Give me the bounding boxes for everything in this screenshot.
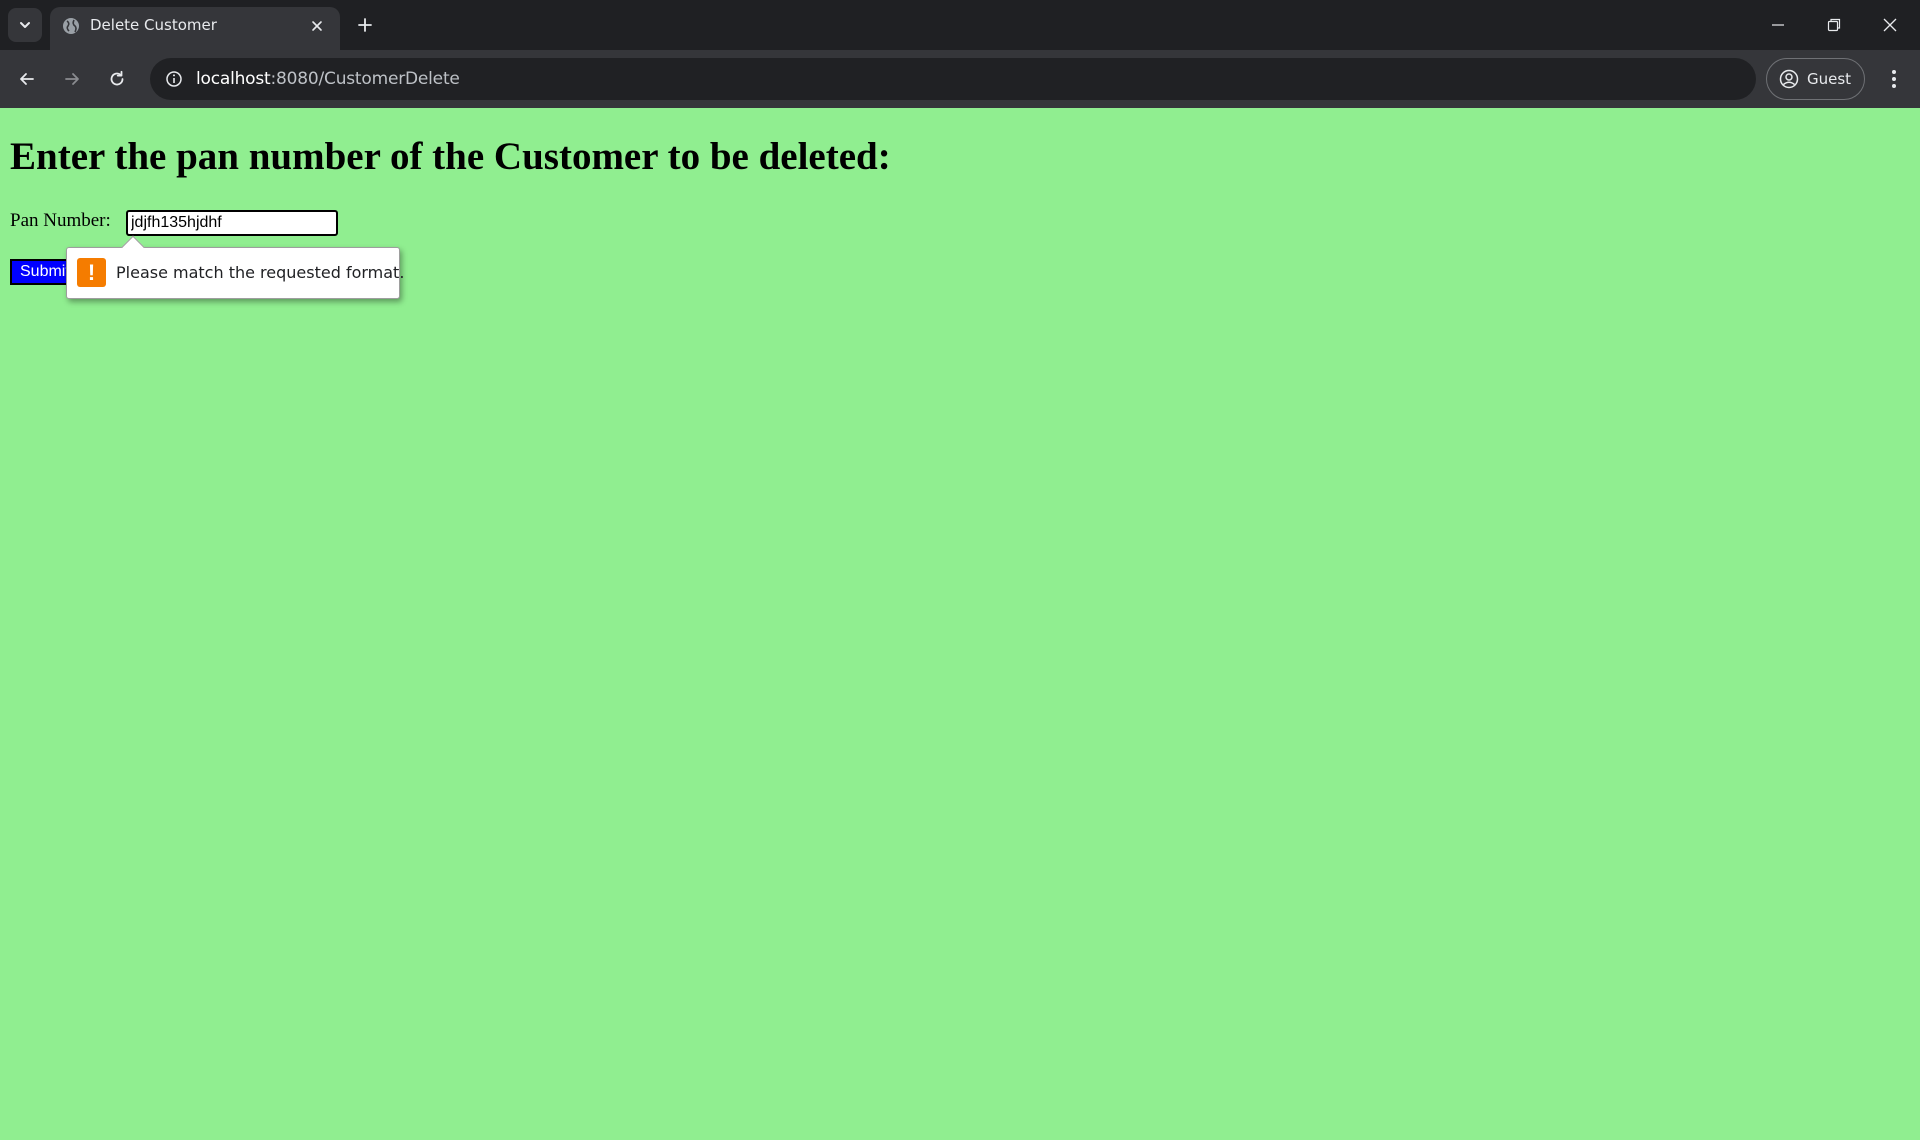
restore-button[interactable]: [1806, 0, 1862, 50]
minimize-icon: [1772, 24, 1784, 26]
address-bar[interactable]: localhost:8080/CustomerDelete: [150, 58, 1756, 100]
url-text[interactable]: localhost:8080/CustomerDelete: [196, 69, 460, 89]
globe-icon: [63, 18, 79, 34]
reload-icon: [110, 70, 124, 86]
chevron-down-icon: [20, 22, 30, 28]
page-content: Enter the pan number of the Customer to …: [0, 108, 1920, 1140]
arrow-left-icon: [20, 73, 34, 85]
info-icon: [166, 71, 182, 87]
exclamation-icon: !: [77, 258, 106, 287]
close-window-button[interactable]: [1862, 0, 1918, 50]
validation-tooltip: ! Please match the requested format.: [66, 235, 404, 299]
tab-close-button[interactable]: [306, 15, 328, 37]
back-button[interactable]: [9, 61, 45, 97]
close-icon: [1883, 18, 1897, 32]
minimize-button[interactable]: [1750, 0, 1806, 50]
tab-title: Delete Customer: [90, 16, 217, 34]
page-title: Enter the pan number of the Customer to …: [10, 135, 891, 178]
forward-button[interactable]: [54, 61, 90, 97]
url-host: localhost: [196, 69, 271, 89]
browser-menu-button[interactable]: [1876, 61, 1912, 97]
pan-number-label: Pan Number:: [10, 210, 111, 231]
site-info-button[interactable]: [158, 63, 190, 95]
tooltip-arrow: [121, 235, 145, 259]
active-tab[interactable]: Delete Customer: [50, 7, 340, 50]
profile-button[interactable]: Guest: [1766, 58, 1865, 100]
reload-button[interactable]: [99, 61, 135, 97]
profile-icon: [1779, 69, 1799, 89]
tab-search-button[interactable]: [8, 8, 42, 42]
profile-label: Guest: [1807, 70, 1852, 88]
url-path: :8080/CustomerDelete: [270, 69, 460, 89]
plus-icon: [358, 18, 372, 32]
arrow-right-icon: [65, 73, 79, 85]
validation-message: Please match the requested format.: [116, 263, 405, 282]
kebab-menu-icon: [1892, 70, 1896, 88]
restore-icon: [1827, 18, 1841, 32]
browser-toolbar: localhost:8080/CustomerDelete Guest: [0, 50, 1920, 108]
submit-button[interactable]: Submit: [10, 259, 70, 285]
new-tab-button[interactable]: [352, 12, 378, 38]
tab-strip: Delete Customer: [0, 0, 1920, 50]
close-icon: [312, 21, 322, 31]
pan-number-input[interactable]: [126, 210, 338, 236]
